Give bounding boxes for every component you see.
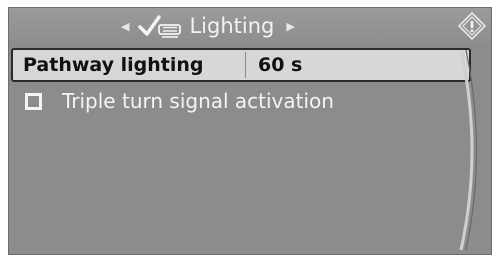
triangle-right-icon[interactable]: ▶	[286, 20, 294, 33]
title-group: ◀ Lighting ▶	[121, 8, 295, 44]
info-icon[interactable]	[457, 11, 487, 41]
menu-item-label: Pathway lighting	[23, 54, 204, 76]
idrive-screen: ◀ Lighting ▶ Pathway lighting 60 s Tripl…	[8, 7, 492, 255]
menu-item-label: Triple turn signal activation	[62, 89, 334, 113]
check-vehicle-icon	[138, 15, 182, 38]
menu-item-pathway-lighting[interactable]: Pathway lighting 60 s	[11, 48, 471, 82]
menu-item-value: 60 s	[258, 54, 303, 76]
page-title: Lighting	[189, 14, 275, 38]
scroll-arc	[459, 49, 478, 251]
checkbox[interactable]	[25, 92, 42, 110]
title-bar: ◀ Lighting ▶	[9, 8, 491, 44]
menu-item-triple-turn-signal[interactable]: Triple turn signal activation	[11, 84, 471, 118]
triangle-left-icon[interactable]: ◀	[121, 20, 129, 33]
settings-menu: Pathway lighting 60 s Triple turn signal…	[11, 48, 471, 118]
